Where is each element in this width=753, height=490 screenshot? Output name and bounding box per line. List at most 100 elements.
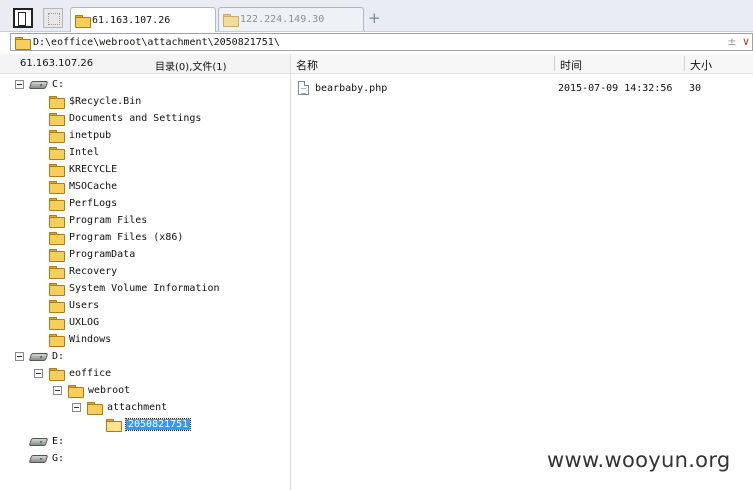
tab-label: 61.163.107.26: [92, 14, 171, 26]
column-size-header[interactable]: 大小: [690, 57, 712, 73]
secondary-toolbar-button[interactable]: [43, 8, 63, 28]
tree-item[interactable]: attachment: [72, 399, 168, 416]
folder-icon: [49, 147, 65, 160]
tree-item[interactable]: eoffice: [34, 365, 112, 382]
chevron-down-icon[interactable]: ∨: [742, 35, 750, 48]
tree-item[interactable]: Users: [49, 297, 99, 314]
tree-item[interactable]: PerfLogs: [49, 195, 117, 212]
file-row[interactable]: bearbaby.php 2015-07-09 14:32:56 30: [291, 80, 753, 98]
file-size: 30: [689, 83, 702, 94]
tree-item-label: Program Files: [69, 215, 148, 226]
tree-item-label: Windows: [69, 334, 112, 345]
dir-file-count: 目录(0),文件(1): [155, 62, 227, 73]
folder-icon: [49, 181, 65, 194]
tree-item[interactable]: Intel: [49, 144, 99, 161]
tree-item[interactable]: Recovery: [49, 263, 117, 280]
column-separator[interactable]: [554, 56, 555, 71]
watermark: www.wooyun.org: [547, 448, 731, 472]
drive-icon: [30, 352, 46, 361]
folder-icon: [49, 249, 65, 262]
tree-item-label: $Recycle.Bin: [69, 96, 142, 107]
column-name-header[interactable]: 名称: [296, 57, 318, 73]
file-icon: [298, 81, 309, 95]
tree-item-label: ProgramData: [69, 249, 136, 260]
tree-header: 61.163.107.26 目录(0),文件(1): [0, 54, 290, 74]
tree-item-label: System Volume Information: [69, 283, 220, 294]
tree-item-label: inetpub: [69, 130, 112, 141]
folder-icon: [49, 164, 65, 177]
folder-icon: [49, 96, 65, 109]
tab-strip: 61.163.107.26 122.224.149.30 +: [0, 0, 753, 32]
tree-item-label: D:: [52, 351, 65, 362]
tree-item[interactable]: KRECYCLE: [49, 161, 117, 178]
tree-item[interactable]: D:: [15, 348, 65, 365]
tree-item-label: eoffice: [69, 368, 112, 379]
folder-icon: [49, 232, 65, 245]
tree-item[interactable]: Documents and Settings: [49, 110, 201, 127]
tree-item-label: G:: [52, 453, 65, 464]
folder-icon: [15, 36, 31, 50]
tree-item-label: 2050821751: [124, 418, 192, 431]
folder-icon: [75, 14, 91, 28]
tree-item-label: Program Files (x86): [69, 232, 184, 243]
folder-icon: [68, 385, 84, 398]
collapse-toggle-icon[interactable]: [53, 386, 62, 395]
tree-item[interactable]: C:: [15, 76, 65, 93]
expand-plus-icon[interactable]: ±: [727, 35, 736, 48]
folder-open-icon: [106, 419, 122, 432]
tree-item-label: webroot: [88, 385, 131, 396]
panel-toggle-button[interactable]: [13, 8, 33, 28]
folder-icon: [49, 198, 65, 211]
tree-item-label: Users: [69, 300, 100, 311]
tree-item[interactable]: 2050821751: [106, 416, 192, 433]
collapse-toggle-icon[interactable]: [72, 403, 81, 412]
file-name: bearbaby.php: [315, 83, 388, 94]
tree-item-label: UXLOG: [69, 317, 100, 328]
collapse-toggle-icon[interactable]: [34, 369, 43, 378]
tree-item-label: KRECYCLE: [69, 164, 118, 175]
folder-icon: [49, 130, 65, 143]
file-list-header: 名称 时间 大小: [291, 54, 753, 74]
folder-icon: [49, 266, 65, 279]
folder-icon: [87, 402, 103, 415]
tree-item[interactable]: inetpub: [49, 127, 111, 144]
tree-item-label: C:: [52, 79, 65, 90]
tree-item[interactable]: Program Files (x86): [49, 229, 183, 246]
tab-inactive[interactable]: 122.224.149.30: [218, 7, 364, 31]
column-separator[interactable]: [684, 56, 685, 71]
tree-item[interactable]: UXLOG: [49, 314, 99, 331]
drive-icon: [30, 80, 46, 89]
folder-icon: [49, 215, 65, 228]
tree-item[interactable]: System Volume Information: [49, 280, 220, 297]
tree-item[interactable]: MSOCache: [49, 178, 117, 195]
tree-item[interactable]: E:: [30, 433, 64, 450]
collapse-toggle-icon[interactable]: [15, 352, 24, 361]
drive-icon: [30, 454, 46, 463]
path-input[interactable]: [33, 36, 713, 48]
new-tab-button[interactable]: +: [368, 9, 381, 27]
tree-item-label: E:: [52, 436, 65, 447]
tab-active[interactable]: 61.163.107.26: [70, 7, 216, 32]
folder-icon: [49, 300, 65, 313]
tree-item[interactable]: Program Files: [49, 212, 147, 229]
folder-icon: [223, 14, 239, 27]
column-time-header[interactable]: 时间: [560, 57, 582, 73]
folder-icon: [49, 317, 65, 330]
tree-item[interactable]: $Recycle.Bin: [49, 93, 141, 110]
tree-item-label: Intel: [69, 147, 100, 158]
collapse-toggle-icon[interactable]: [15, 80, 24, 89]
tree-item-label: attachment: [107, 402, 168, 413]
tree-item-label: Recovery: [69, 266, 118, 277]
file-time: 2015-07-09 14:32:56: [558, 83, 673, 94]
tree-item-label: Documents and Settings: [69, 113, 202, 124]
tree-item-label: MSOCache: [69, 181, 118, 192]
tab-label: 122.224.149.30: [240, 14, 325, 25]
tree-item[interactable]: G:: [30, 450, 64, 467]
tree-item[interactable]: webroot: [53, 382, 131, 399]
drive-icon: [30, 437, 46, 446]
tree-item[interactable]: ProgramData: [49, 246, 135, 263]
address-controls: ± ∨: [727, 35, 750, 48]
tree-item[interactable]: Windows: [49, 331, 111, 348]
panel-divider[interactable]: [290, 54, 291, 490]
folder-icon: [49, 283, 65, 296]
